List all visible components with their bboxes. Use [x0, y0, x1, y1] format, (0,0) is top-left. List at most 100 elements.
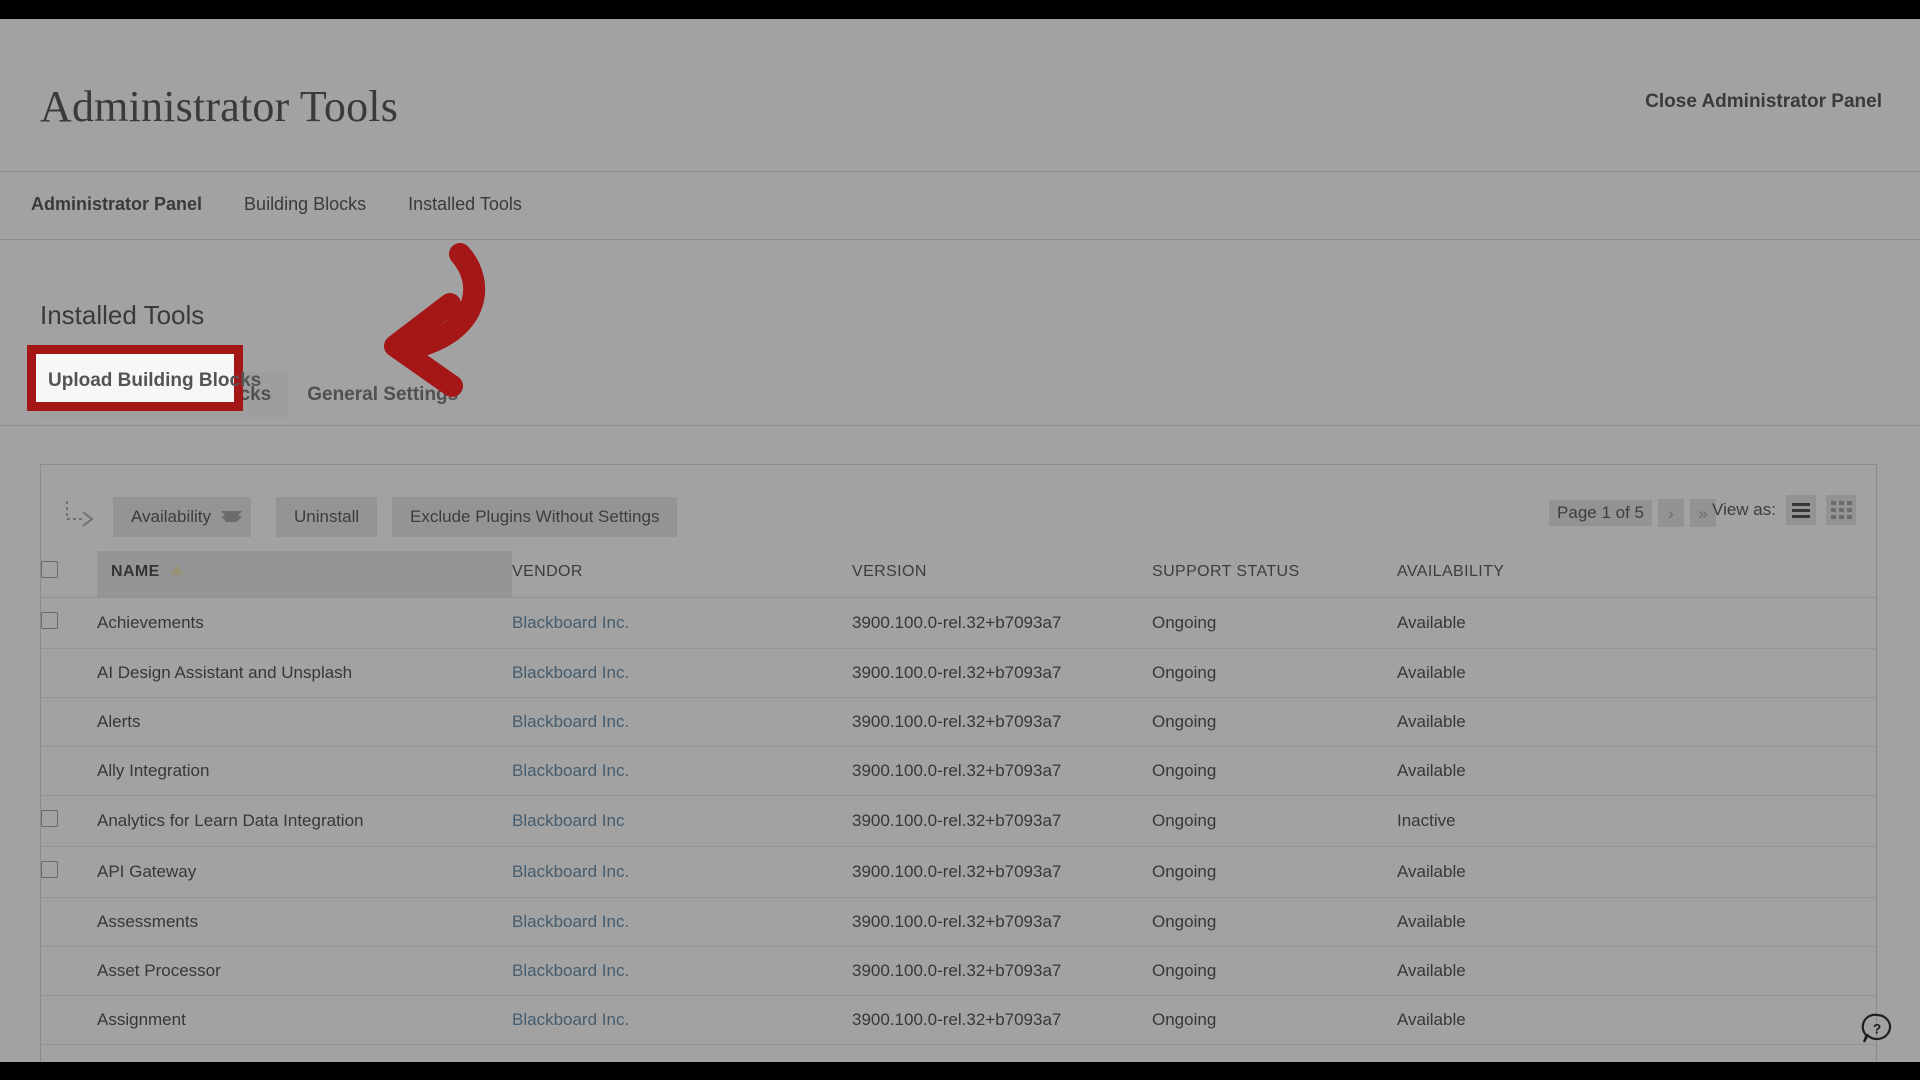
- row-select-cell: [41, 946, 97, 996]
- availability-label: Availability: [131, 507, 212, 526]
- sub-tab-divider: [0, 425, 1920, 426]
- vendor-link[interactable]: Blackboard Inc.: [512, 613, 629, 632]
- next-page-button[interactable]: ›: [1658, 499, 1684, 527]
- cell-vendor: Blackboard Inc.: [512, 846, 852, 898]
- table-row: Ally Integration Blackboard Inc. 3900.100.…: [41, 746, 1876, 796]
- row-select-cell: [41, 597, 97, 649]
- row-select-cell: [41, 846, 97, 898]
- select-all-checkbox[interactable]: [41, 561, 58, 578]
- row-select-cell: [41, 897, 97, 947]
- cell-name: Ally Integration: [97, 746, 512, 796]
- cell-name: Assignment: [97, 995, 512, 1045]
- exclude-plugins-without-settings-button[interactable]: Exclude Plugins Without Settings: [392, 497, 678, 537]
- row-select-cell: [41, 697, 97, 747]
- cell-support: Ongoing: [1152, 746, 1397, 796]
- vendor-link[interactable]: Blackboard Inc.: [512, 912, 629, 931]
- table-header: NAME VENDOR VERSION SUPPORT STATUS AVAIL…: [41, 551, 1876, 598]
- cell-support: Ongoing: [1152, 846, 1397, 898]
- letterbox-top: [0, 0, 1920, 19]
- table-row: Assignment Blackboard Inc. 3900.100.0-rel.…: [41, 995, 1876, 1045]
- cell-support: Ongoing: [1152, 897, 1397, 947]
- table-row: Alerts Blackboard Inc. 3900.100.0-rel.32+b…: [41, 697, 1876, 747]
- column-header-support-status[interactable]: SUPPORT STATUS: [1152, 551, 1397, 598]
- table-row: AI Design Assistant and Unsplash Blackboa…: [41, 648, 1876, 698]
- cell-version: 3900.100.0-rel.32+b7093a7: [852, 746, 1152, 796]
- cell-version: 3900.100.0-rel.32+b7093a7: [852, 597, 1152, 649]
- cell-name: Assessments: [97, 897, 512, 947]
- close-administrator-panel-link[interactable]: Close Administrator Panel: [1645, 91, 1882, 113]
- row-select-cell: [41, 795, 97, 847]
- select-all-header: [41, 551, 97, 598]
- view-as-label: View as:: [1712, 500, 1776, 519]
- cell-availability: Available: [1397, 597, 1876, 649]
- vendor-link[interactable]: Blackboard Inc.: [512, 663, 629, 682]
- column-header-availability[interactable]: AVAILABILITY: [1397, 551, 1876, 598]
- sort-ascending-icon: [169, 565, 184, 575]
- svg-text:?: ?: [1873, 1021, 1882, 1037]
- cell-vendor: Blackboard Inc.: [512, 897, 852, 947]
- cell-vendor: Blackboard Inc.: [512, 697, 852, 747]
- vendor-link[interactable]: Blackboard Inc.: [512, 961, 629, 980]
- column-header-vendor[interactable]: VENDOR: [512, 551, 852, 598]
- cell-availability: Available: [1397, 946, 1876, 996]
- help-question-bubble-icon[interactable]: ?: [1860, 1012, 1894, 1046]
- cell-version: 3900.100.0-rel.32+b7093a7: [852, 846, 1152, 898]
- breadcrumb-item-building-blocks[interactable]: Building Blocks: [244, 194, 366, 215]
- view-as-control: View as:: [1712, 495, 1856, 525]
- breadcrumb: Administrator Panel Building Blocks Inst…: [0, 172, 1920, 240]
- tab-general-settings[interactable]: General Settings: [289, 372, 476, 418]
- cell-name: AI Design Assistant and Unsplash: [97, 648, 512, 698]
- table-row: API Gateway Blackboard Inc. 3900.100.0-rel…: [41, 846, 1876, 898]
- table-row: Assessments Blackboard Inc. 3900.100.0-rel…: [41, 897, 1876, 947]
- page-content: Administrator Tools Close Administrator …: [0, 19, 1920, 1062]
- breadcrumb-item-installed-tools[interactable]: Installed Tools: [408, 194, 522, 215]
- cell-availability: Available: [1397, 746, 1876, 796]
- cell-version: 3900.100.0-rel.32+b7093a7: [852, 648, 1152, 698]
- table-body: Achievements Blackboard Inc. 3900.100.0-re…: [41, 597, 1876, 1045]
- page-header: Administrator Tools Close Administrator …: [0, 19, 1920, 172]
- cell-support: Ongoing: [1152, 597, 1397, 649]
- breadcrumb-item-administrator-panel[interactable]: Administrator Panel: [31, 194, 202, 215]
- column-header-version[interactable]: VERSION: [852, 551, 1152, 598]
- letterbox-bottom: [0, 1062, 1920, 1080]
- cell-name: Asset Processor: [97, 946, 512, 996]
- cell-availability: Available: [1397, 897, 1876, 947]
- row-select-cell: [41, 648, 97, 698]
- move-arrow-icon: [66, 501, 94, 527]
- column-header-name[interactable]: NAME: [97, 551, 512, 598]
- vendor-link[interactable]: Blackboard Inc: [512, 811, 624, 830]
- cell-name: API Gateway: [97, 846, 512, 898]
- cell-support: Ongoing: [1152, 795, 1397, 847]
- cell-vendor: Blackboard Inc.: [512, 746, 852, 796]
- row-checkbox[interactable]: [41, 810, 58, 827]
- cell-vendor: Blackboard Inc: [512, 795, 852, 847]
- list-view-icon[interactable]: [1786, 495, 1816, 525]
- cell-support: Ongoing: [1152, 946, 1397, 996]
- screenshot-root: Administrator Tools Close Administrator …: [0, 0, 1920, 1080]
- row-checkbox[interactable]: [41, 861, 58, 878]
- table-row: Analytics for Learn Data Integration Blac…: [41, 795, 1876, 847]
- row-checkbox[interactable]: [41, 612, 58, 629]
- uninstall-button[interactable]: Uninstall: [276, 497, 378, 537]
- cell-vendor: Blackboard Inc.: [512, 597, 852, 649]
- vendor-link[interactable]: Blackboard Inc.: [512, 761, 629, 780]
- cell-version: 3900.100.0-rel.32+b7093a7: [852, 795, 1152, 847]
- cell-support: Ongoing: [1152, 648, 1397, 698]
- table-row: Asset Processor Blackboard Inc. 3900.100.0…: [41, 946, 1876, 996]
- availability-dropdown-button[interactable]: Availability: [113, 497, 252, 537]
- page-indicator: Page 1 of 5: [1549, 500, 1652, 526]
- vendor-link[interactable]: Blackboard Inc.: [512, 862, 629, 881]
- cell-support: Ongoing: [1152, 995, 1397, 1045]
- cell-vendor: Blackboard Inc.: [512, 648, 852, 698]
- table-toolbar: Availability Uninstall Exclude Plugins W…: [41, 465, 1876, 551]
- cell-name: Achievements: [97, 597, 512, 649]
- vendor-link[interactable]: Blackboard Inc.: [512, 712, 629, 731]
- section-title: Installed Tools: [40, 300, 205, 330]
- cell-name: Analytics for Learn Data Integration: [97, 795, 512, 847]
- grid-view-icon[interactable]: [1826, 495, 1856, 525]
- page-title: Administrator Tools: [40, 82, 399, 131]
- table-row: Achievements Blackboard Inc. 3900.100.0-re…: [41, 597, 1876, 649]
- cell-availability: Available: [1397, 846, 1876, 898]
- cell-availability: Available: [1397, 697, 1876, 747]
- vendor-link[interactable]: Blackboard Inc.: [512, 1010, 629, 1029]
